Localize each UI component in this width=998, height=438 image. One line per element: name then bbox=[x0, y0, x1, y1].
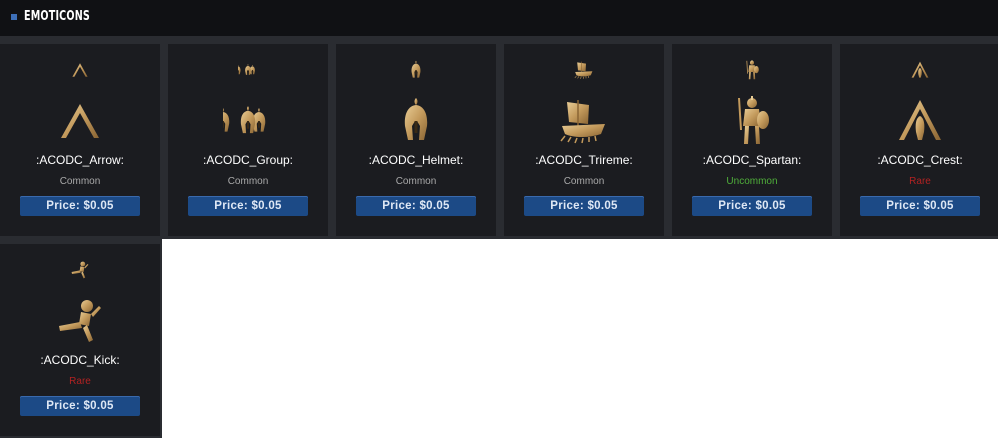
emoticon-name: :ACODC_Spartan: bbox=[702, 153, 802, 167]
price-button[interactable]: Price: $0.05 bbox=[860, 196, 980, 216]
emoticon-name: :ACODC_Trireme: bbox=[535, 153, 633, 167]
crest-icon bbox=[895, 96, 945, 146]
emoticon-name: :ACODC_Helmet: bbox=[368, 153, 464, 167]
price-button[interactable]: Price: $0.05 bbox=[356, 196, 476, 216]
emoticon-name: :ACODC_Kick: bbox=[40, 353, 120, 367]
arrow-chevron-icon bbox=[70, 60, 90, 80]
rarity-label: Rare bbox=[909, 176, 931, 187]
rarity-label: Common bbox=[227, 176, 269, 187]
spartan-kick-icon bbox=[55, 296, 105, 346]
spartan-kick-icon bbox=[70, 260, 90, 280]
price-button[interactable]: Price: $0.05 bbox=[692, 196, 812, 216]
trireme-ship-icon bbox=[559, 96, 609, 146]
rarity-label: Common bbox=[563, 176, 605, 187]
emoticon-card-crest[interactable]: :ACODC_Crest: Rare Price: $0.05 bbox=[840, 44, 998, 236]
rarity-label: Rare bbox=[69, 376, 91, 387]
emoticon-card-group[interactable]: :ACODC_Group: Common Price: $0.05 bbox=[168, 44, 328, 236]
rarity-label: Common bbox=[59, 176, 101, 187]
emoticon-name: :ACODC_Group: bbox=[202, 153, 294, 167]
rarity-label: Common bbox=[395, 176, 437, 187]
spartan-group-icon bbox=[238, 60, 258, 80]
page-title: EMOTICONS bbox=[24, 9, 90, 24]
emoticon-name: :ACODC_Crest: bbox=[877, 153, 963, 167]
spartan-warrior-icon bbox=[742, 60, 762, 80]
price-button[interactable]: Price: $0.05 bbox=[188, 196, 308, 216]
arrow-chevron-icon bbox=[55, 96, 105, 146]
spartan-helmet-icon bbox=[391, 96, 441, 146]
trireme-ship-icon bbox=[574, 60, 594, 80]
rarity-label: Uncommon bbox=[726, 176, 778, 187]
spartan-group-icon bbox=[223, 96, 273, 146]
emoticon-card-trireme[interactable]: :ACODC_Trireme: Common Price: $0.05 bbox=[504, 44, 664, 236]
price-button[interactable]: Price: $0.05 bbox=[524, 196, 644, 216]
price-button[interactable]: Price: $0.05 bbox=[20, 396, 140, 416]
spartan-helmet-icon bbox=[406, 60, 426, 80]
price-button[interactable]: Price: $0.05 bbox=[20, 196, 140, 216]
emoticon-card-kick[interactable]: :ACODC_Kick: Rare Price: $0.05 bbox=[0, 244, 160, 436]
crest-icon bbox=[910, 60, 930, 80]
emoticon-card-spartan[interactable]: :ACODC_Spartan: Uncommon Price: $0.05 bbox=[672, 44, 832, 236]
spartan-warrior-icon bbox=[727, 96, 777, 146]
emoticon-card-helmet[interactable]: :ACODC_Helmet: Common Price: $0.05 bbox=[336, 44, 496, 236]
page-header: EMOTICONS bbox=[0, 0, 998, 36]
header-bullet-icon bbox=[11, 14, 17, 20]
emoticon-card-arrow[interactable]: :ACODC_Arrow: Common Price: $0.05 bbox=[0, 44, 160, 236]
emoticon-name: :ACODC_Arrow: bbox=[35, 153, 124, 167]
